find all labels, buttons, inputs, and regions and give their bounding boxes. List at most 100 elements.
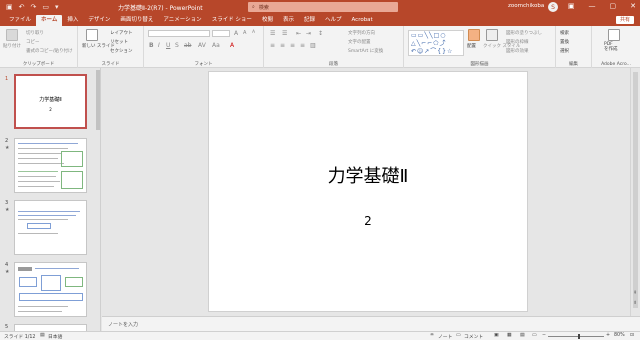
quick-styles-icon[interactable] <box>486 29 498 41</box>
language-indicator[interactable]: 日本語 <box>48 333 62 340</box>
paste-icon[interactable] <box>6 29 18 41</box>
italic-icon[interactable]: I <box>158 42 160 49</box>
search-box[interactable]: ⌕ 検索 <box>248 2 398 12</box>
spell-check-icon[interactable]: ▤ <box>40 333 45 338</box>
bold-icon[interactable]: B <box>149 42 154 49</box>
current-slide[interactable]: 力学基礎Ⅱ 2 <box>208 71 528 312</box>
zoom-slider[interactable] <box>548 336 604 337</box>
tab-9[interactable]: 記録 <box>299 15 320 26</box>
notes-pane[interactable]: ノートを入力 <box>102 316 640 331</box>
notes-toggle-icon[interactable]: ≐ <box>430 333 434 338</box>
pdf-icon[interactable] <box>608 29 620 41</box>
tab-10[interactable]: ヘルプ <box>320 15 347 26</box>
create-pdf-button[interactable]: PDF を作成 <box>604 42 618 52</box>
select-button[interactable]: 選択 <box>560 48 569 54</box>
find-button[interactable]: 検索 <box>560 30 569 36</box>
arrange-button[interactable]: 配置 <box>467 43 476 49</box>
tab-4[interactable]: 画面切り替え <box>115 15 158 26</box>
user-name[interactable]: zoomchikoba <box>508 3 544 9</box>
shape-effects-button[interactable]: 図形の効果 <box>506 48 529 54</box>
comment-icon[interactable]: ▭ <box>456 333 461 338</box>
tab-8[interactable]: 表示 <box>278 15 299 26</box>
shadow-icon[interactable]: S <box>175 42 179 49</box>
maximize-icon[interactable]: ▢ <box>610 2 617 10</box>
tab-6[interactable]: スライド ショー <box>207 15 257 26</box>
minimize-icon[interactable]: — <box>589 2 596 10</box>
slide-subtitle[interactable]: 2 <box>209 214 527 228</box>
line-spacing-icon[interactable]: ↕ <box>318 30 323 37</box>
align-left-icon[interactable]: ≡ <box>270 42 275 49</box>
editor-scrollbar[interactable]: ⇞ ⇟ <box>630 68 640 316</box>
copy-button[interactable]: コピー <box>26 39 40 45</box>
reading-view-icon[interactable]: ▤ <box>520 333 525 338</box>
customize-qat-icon[interactable]: ▾ <box>55 3 59 11</box>
reset-button[interactable]: リセット <box>110 39 128 45</box>
shape-fill-button[interactable]: 図形の塗りつぶし <box>506 30 542 36</box>
arrange-icon[interactable] <box>468 29 480 41</box>
smartart-button[interactable]: SmartArt に変換 <box>348 48 383 54</box>
fit-to-window-icon[interactable]: ⊡ <box>630 333 634 338</box>
scrollbar-thumb[interactable] <box>633 72 638 308</box>
shrink-font-icon[interactable]: A <box>243 30 246 36</box>
section-button[interactable]: セクション <box>110 48 133 54</box>
tab-3[interactable]: デザイン <box>83 15 115 26</box>
bullets-icon[interactable]: ☰ <box>270 30 275 37</box>
align-right-icon[interactable]: ≡ <box>290 42 295 49</box>
replace-button[interactable]: 置換 <box>560 39 569 45</box>
font-name-select[interactable] <box>148 30 210 37</box>
slide-thumbnail-3[interactable] <box>14 200 87 255</box>
comments-button[interactable]: コメント <box>464 333 483 340</box>
thumbnail-scrollbar[interactable] <box>96 70 100 130</box>
tab-2[interactable]: 挿入 <box>62 15 83 26</box>
font-size-select[interactable] <box>212 30 230 37</box>
slide-thumbnail-2[interactable] <box>14 138 87 193</box>
notes-button[interactable]: ノート <box>438 333 452 340</box>
zoom-level[interactable]: 80% <box>614 333 625 338</box>
slideshow-view-icon[interactable]: ▭ <box>532 333 537 338</box>
tab-7[interactable]: 校閲 <box>257 15 278 26</box>
font-color-icon[interactable]: A <box>230 42 234 49</box>
new-slide-icon[interactable] <box>86 29 98 41</box>
text-direction-button[interactable]: 文字列の方向 <box>348 30 375 36</box>
char-spacing-icon[interactable]: AV <box>198 42 206 49</box>
numbering-icon[interactable]: ☰ <box>282 30 287 37</box>
ribbon-display-icon[interactable]: ▣ <box>568 2 575 10</box>
undo-icon[interactable]: ↶ <box>19 3 25 11</box>
increase-indent-icon[interactable]: ⇥ <box>306 30 311 37</box>
save-icon[interactable]: ▣ <box>6 3 13 11</box>
clear-format-icon[interactable]: A <box>252 30 255 35</box>
slide-thumbnail-1[interactable]: 力学基礎Ⅱ 2 <box>14 74 87 129</box>
slide-sorter-icon[interactable]: ▦ <box>507 333 512 338</box>
tab-5[interactable]: アニメーション <box>158 15 206 26</box>
tab-1[interactable]: ホーム <box>36 15 63 26</box>
avatar[interactable]: S <box>548 2 558 12</box>
underline-icon[interactable]: U <box>166 42 170 49</box>
shape-outline-button[interactable]: 図形の枠線 <box>506 39 529 45</box>
strikethrough-icon[interactable]: ab <box>184 42 192 49</box>
columns-icon[interactable]: ▥ <box>310 42 316 49</box>
format-painter-button[interactable]: 書式のコピー/貼り付け <box>26 48 73 54</box>
decrease-indent-icon[interactable]: ⇤ <box>296 30 301 37</box>
layout-button[interactable]: レイアウト <box>110 30 133 36</box>
change-case-icon[interactable]: Aa <box>212 42 220 49</box>
slide-title[interactable]: 力学基礎Ⅱ <box>209 162 527 188</box>
tab-0[interactable]: ファイル <box>4 15 36 26</box>
shapes-gallery[interactable]: ▭▭╲╲□○ △╲⌐⌐⬠⤴ ↶☺↗⌒{}☆ <box>408 30 464 56</box>
slideshow-icon[interactable]: ▭ <box>42 3 49 11</box>
paste-button[interactable]: 貼り付け <box>3 43 21 49</box>
share-button[interactable]: 共有 <box>615 16 634 24</box>
prev-slide-icon[interactable]: ⇞ <box>633 290 637 296</box>
cut-button[interactable]: 切り取り <box>26 30 44 36</box>
zoom-slider-handle[interactable] <box>578 334 580 339</box>
zoom-out-icon[interactable]: − <box>542 333 546 338</box>
justify-icon[interactable]: ≡ <box>300 42 305 49</box>
close-icon[interactable]: ✕ <box>630 2 636 10</box>
slide-thumbnail-4[interactable] <box>14 262 87 317</box>
align-center-icon[interactable]: ≡ <box>280 42 285 49</box>
tab-11[interactable]: Acrobat <box>347 15 378 26</box>
zoom-in-icon[interactable]: + <box>606 333 610 338</box>
grow-font-icon[interactable]: A <box>234 30 238 37</box>
normal-view-icon[interactable]: ▣ <box>494 333 499 338</box>
redo-icon[interactable]: ↷ <box>31 3 37 11</box>
align-text-button[interactable]: 文字の配置 <box>348 39 371 45</box>
